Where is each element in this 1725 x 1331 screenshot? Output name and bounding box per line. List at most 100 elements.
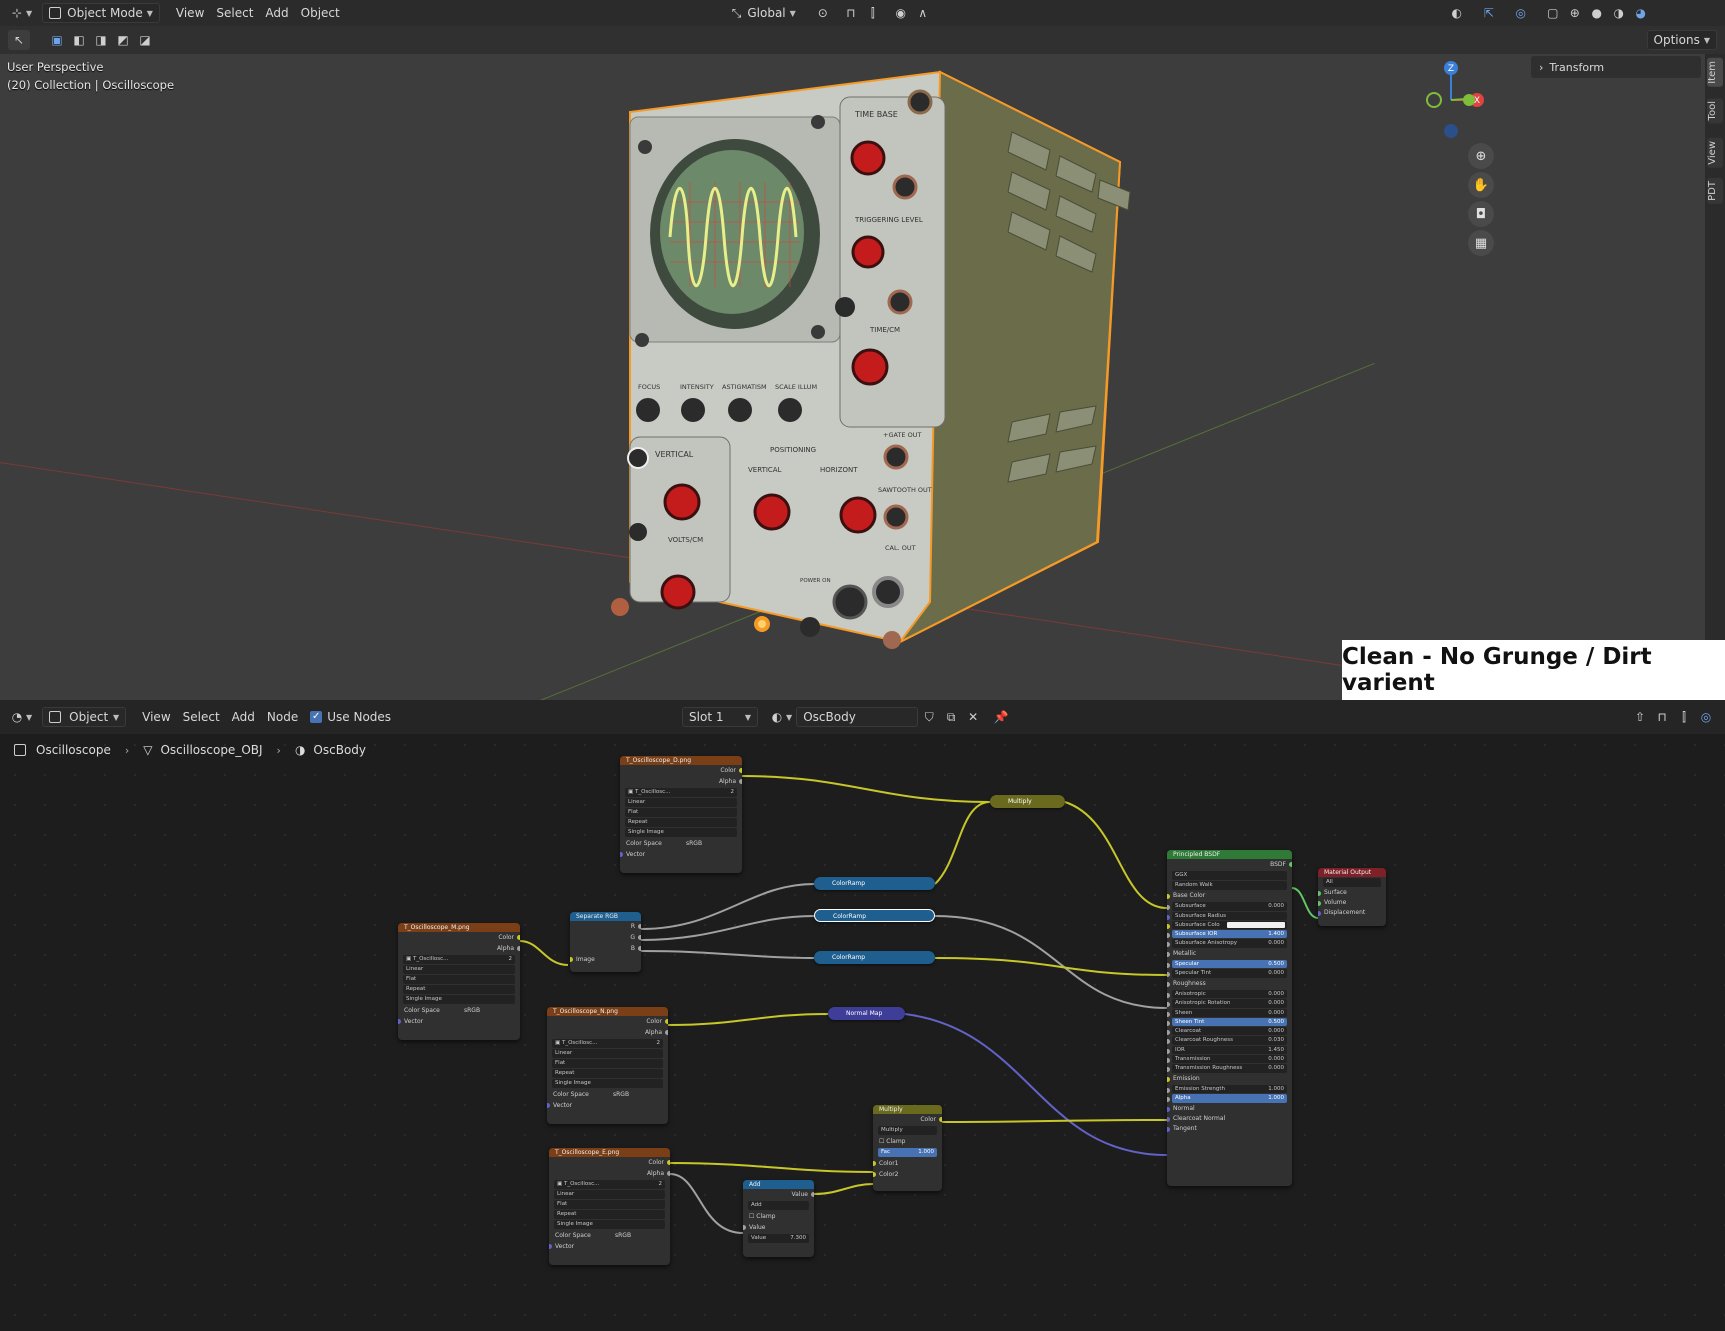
node-separate-rgb[interactable]: Separate RGB R G B Image [570,912,641,972]
bsdf-input-anisotropic-rotation[interactable]: Anisotropic Rotation 0.000 [1167,999,1287,1008]
menu-select[interactable]: Select [210,3,259,23]
bsdf-input-subsurface-ior[interactable]: Subsurface IOR 1.400 [1167,930,1287,939]
bsdf-input-subsurface-radius[interactable]: Subsurface Radius [1167,911,1287,920]
subsurface-method-dropdown[interactable]: Random Walk [1172,881,1287,890]
node-colorramp-3[interactable]: ColorRamp [814,951,935,964]
bsdf-input-subsurface-anisotropy[interactable]: Subsurface Anisotropy 0.000 [1167,939,1287,948]
source-dropdown[interactable]: Single Image [554,1220,665,1229]
socket[interactable] [1167,963,1170,969]
bsdf-input-anisotropic[interactable]: Anisotropic 0.000 [1167,989,1287,999]
transform-orientation-dropdown[interactable]: ⤡ Global ▼ [726,3,802,23]
proportional-edit-icon[interactable]: ◉ [890,3,912,23]
socket[interactable] [743,1225,746,1230]
shader-node-editor[interactable]: ◔ ▼ Object ▼ View Select Add Node ✓ Use No… [0,700,1725,1331]
projection-dropdown[interactable]: Flat [403,975,515,984]
tab-item[interactable]: Item [1707,58,1723,87]
socket[interactable] [1167,951,1170,957]
socket[interactable] [739,768,742,773]
menu-add[interactable]: Add [259,3,294,23]
colorspace-row[interactable]: Color Space sRGB [398,1005,520,1016]
clamp-checkbox[interactable]: ☐ Clamp [743,1211,814,1222]
socket[interactable] [873,1172,876,1177]
socket[interactable] [638,935,641,940]
socket[interactable] [1167,933,1170,939]
select-mode-subtract-icon[interactable]: ◨ [90,30,112,50]
socket[interactable] [1167,1087,1170,1093]
node-image-texture-n[interactable]: T_Oscilloscope_N.png Color Alpha ▣ T_Osc… [547,1007,668,1124]
extension-dropdown[interactable]: Repeat [625,818,737,827]
target-dropdown[interactable]: All [1323,878,1381,887]
socket[interactable] [1167,1011,1170,1017]
node-colorramp-1[interactable]: ColorRamp [814,877,935,890]
socket[interactable] [517,946,520,951]
xray-icon[interactable]: ▢ [1542,3,1564,23]
select-tool-icon[interactable]: ↖ [8,30,30,50]
select-mode-intersect-icon[interactable]: ◪ [134,30,156,50]
shading-solid-icon[interactable]: ● [1586,3,1608,23]
socket[interactable] [1167,1002,1170,1008]
image-selector[interactable]: ▣ T_Oscillosc... 2 [554,1180,665,1189]
menu-object[interactable]: Object [295,3,346,23]
interpolation-dropdown[interactable]: Linear [625,798,737,807]
socket[interactable] [811,1192,814,1197]
socket[interactable] [1167,942,1170,948]
fac-slider[interactable]: Fac 1.000 [878,1148,937,1157]
navigation-gizmo[interactable]: Z X [1415,60,1495,140]
interpolation-dropdown[interactable]: Linear [554,1190,665,1199]
pan-hand-icon[interactable]: ✋ [1468,172,1494,198]
socket[interactable] [638,924,641,929]
extension-dropdown[interactable]: Repeat [554,1210,665,1219]
socket[interactable] [1167,1039,1170,1045]
socket[interactable] [1167,981,1170,987]
socket[interactable] [398,1019,401,1024]
falloff-icon[interactable]: ∧ [912,3,934,23]
colorspace-row[interactable]: Color Space sRGB [620,838,742,849]
node-image-texture-d[interactable]: T_Oscilloscope_D.png Color Alpha ▣ T_Osc… [620,756,742,873]
socket[interactable] [1167,914,1170,920]
socket[interactable] [1167,1058,1170,1064]
interpolation-dropdown[interactable]: Linear [403,965,515,974]
bsdf-input-alpha[interactable]: Alpha 1.000 [1167,1094,1287,1103]
bsdf-input-clearcoat-roughness[interactable]: Clearcoat Roughness 0.030 [1167,1036,1287,1045]
socket[interactable] [1167,1067,1170,1073]
socket[interactable] [570,957,573,962]
socket[interactable] [665,1030,668,1035]
mode-dropdown[interactable]: Object Mode ▼ [42,3,160,23]
extension-dropdown[interactable]: Repeat [552,1069,663,1078]
editor-type-icon[interactable]: ⊹ [6,3,28,23]
socket[interactable] [549,1244,552,1249]
projection-dropdown[interactable]: Flat [625,808,737,817]
image-selector[interactable]: ▣ T_Oscillosc... 2 [403,955,515,964]
image-selector[interactable]: ▣ T_Oscillosc... 2 [625,788,737,797]
node-image-texture-e[interactable]: T_Oscilloscope_E.png Color Alpha ▣ T_Osc… [549,1148,670,1265]
bsdf-input-specular[interactable]: Specular 0.500 [1167,960,1287,969]
node-mix-multiply[interactable]: Multiply Color Multiply ☐ Clamp Fac 1.000… [873,1105,942,1191]
source-dropdown[interactable]: Single Image [552,1079,663,1088]
bsdf-input-sheen[interactable]: Sheen 0.000 [1167,1008,1287,1017]
socket[interactable] [1167,972,1170,978]
bsdf-input-sheen-tint[interactable]: Sheen Tint 0.500 [1167,1017,1287,1027]
socket[interactable] [1318,901,1321,906]
socket[interactable] [1167,1048,1170,1054]
zoom-icon[interactable]: ⊕ [1468,143,1494,169]
oscilloscope-model[interactable]: TIME BASE TRIGGERING LEVEL TIME/CM FOCUS… [600,62,1200,682]
bsdf-input-subsurface-colo[interactable]: Subsurface Colo [1167,920,1287,930]
node-normal-map[interactable]: Normal Map [828,1007,905,1020]
value-field[interactable]: Value 7.300 [748,1234,809,1243]
node-multiply-collapsed[interactable]: Multiply [990,795,1065,808]
socket[interactable] [1318,911,1321,916]
select-mode-invert-icon[interactable]: ◩ [112,30,134,50]
blend-type-dropdown[interactable]: Multiply [878,1126,937,1135]
tab-pdt[interactable]: PDT [1707,178,1723,204]
socket[interactable] [1318,891,1321,896]
socket[interactable] [1167,1030,1170,1036]
socket[interactable] [620,852,623,857]
pivot-icon[interactable]: ⊙ [812,3,834,23]
bsdf-input-transmission-roughness[interactable]: Transmission Roughness 0.000 [1167,1064,1287,1073]
socket[interactable] [517,935,520,940]
socket[interactable] [939,1117,942,1122]
snap-icon[interactable]: ⊓ [840,3,862,23]
projection-dropdown[interactable]: Flat [552,1059,663,1068]
socket[interactable] [665,1019,668,1024]
node-colorramp-2[interactable]: ColorRamp [814,909,935,922]
